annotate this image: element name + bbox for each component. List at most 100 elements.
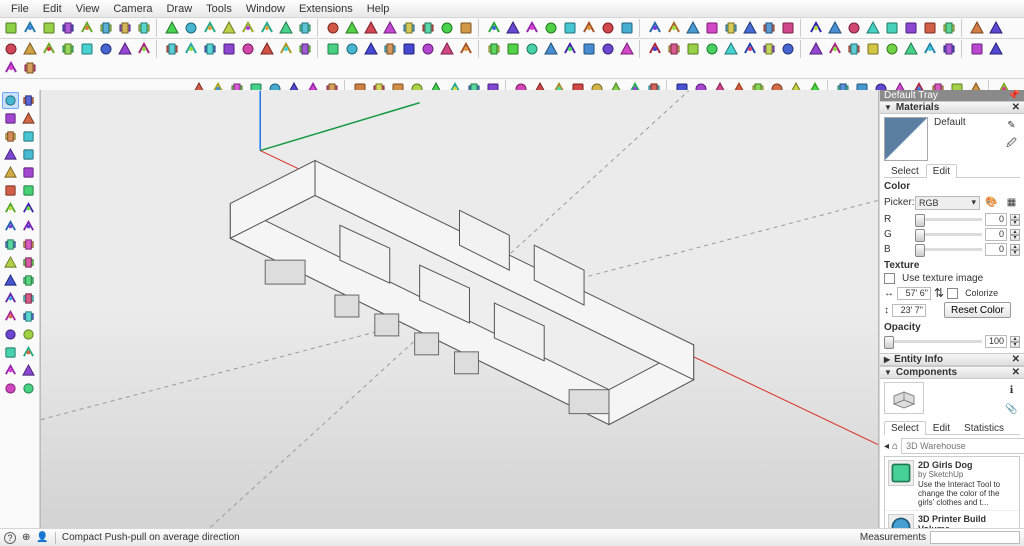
credits-icon[interactable]: 👤 (36, 532, 48, 543)
layers-icon[interactable] (722, 19, 740, 37)
rect-tool-icon[interactable] (2, 146, 19, 163)
a19-icon[interactable] (362, 40, 380, 58)
pencil-icon[interactable] (97, 19, 115, 37)
a27-icon[interactable] (523, 40, 541, 58)
b-spinner[interactable]: ▴▾ (1010, 244, 1020, 256)
rotate-icon[interactable] (220, 19, 238, 37)
zoom-ext-tool-icon[interactable] (2, 344, 19, 361)
r-value[interactable]: 0 (985, 213, 1007, 226)
a14-icon[interactable] (258, 40, 276, 58)
arc-icon[interactable] (135, 19, 153, 37)
nav-back-icon[interactable]: ◂ (884, 441, 889, 452)
a35-icon[interactable] (684, 40, 702, 58)
a33-icon[interactable] (646, 40, 664, 58)
sphere-icon[interactable] (78, 19, 96, 37)
link-icon[interactable]: ⇅ (934, 286, 944, 300)
cube-icon[interactable] (59, 19, 77, 37)
create-material-icon[interactable]: ✎ (1003, 117, 1020, 134)
a15-icon[interactable] (277, 40, 295, 58)
back-icon[interactable] (703, 19, 721, 37)
dimension-icon[interactable] (438, 19, 456, 37)
a38-icon[interactable] (741, 40, 759, 58)
viewport-3d[interactable] (40, 90, 879, 528)
nav-home-icon[interactable]: ⌂ (892, 441, 898, 452)
a39-icon[interactable] (760, 40, 778, 58)
orbit-tool-icon[interactable] (2, 308, 19, 325)
b-value[interactable]: 0 (985, 243, 1007, 256)
tray-title-bar[interactable]: Default Tray 📌 (880, 90, 1024, 101)
a18-icon[interactable] (343, 40, 361, 58)
menu-file[interactable]: File (4, 2, 36, 16)
protractor-tool-icon[interactable] (2, 272, 19, 289)
a5-icon[interactable] (78, 40, 96, 58)
a16-icon[interactable] (296, 40, 314, 58)
prev-icon[interactable] (580, 19, 598, 37)
picker-dropdown[interactable]: RGB ▾ (915, 196, 980, 210)
edges-icon[interactable] (883, 19, 901, 37)
color-swatch-icon[interactable]: ▦ (1003, 194, 1020, 211)
a49-icon[interactable] (968, 40, 986, 58)
tray-pin-icon[interactable]: 📌 (1008, 90, 1020, 101)
component-item[interactable]: 2D Girls Dog by SketchUp Use the Interac… (885, 457, 1019, 511)
components-tab-select[interactable]: Select (884, 421, 926, 435)
hand-icon[interactable] (21, 19, 39, 37)
tex-width[interactable]: 57' 6" (897, 287, 931, 300)
g-value[interactable]: 0 (985, 228, 1007, 241)
component-attach-icon[interactable]: 📎 (1003, 401, 1020, 418)
menu-edit[interactable]: Edit (36, 2, 69, 16)
entity-info-header[interactable]: ▶ Entity Info ✕ (880, 353, 1024, 366)
close-icon[interactable]: ✕ (1012, 367, 1020, 378)
components-header[interactable]: ▼ Components ✕ (880, 366, 1024, 379)
xray-icon[interactable] (845, 19, 863, 37)
pan-icon[interactable] (523, 19, 541, 37)
r-slider[interactable] (915, 218, 982, 221)
walk-tool-icon[interactable] (2, 380, 19, 397)
zoom-icon[interactable] (542, 19, 560, 37)
rect-icon[interactable] (163, 19, 181, 37)
pushpull-tool-icon[interactable] (2, 200, 19, 217)
protractor-icon[interactable] (400, 19, 418, 37)
look-tool-icon[interactable] (20, 362, 37, 379)
move-tool-icon[interactable] (2, 218, 19, 235)
a12-icon[interactable] (220, 40, 238, 58)
a26-icon[interactable] (504, 40, 522, 58)
rotate-tool-icon[interactable] (20, 218, 37, 235)
menu-window[interactable]: Window (239, 2, 292, 16)
a13-icon[interactable] (239, 40, 257, 58)
a29-icon[interactable] (561, 40, 579, 58)
a46-icon[interactable] (902, 40, 920, 58)
materials-tab-select[interactable]: Select (884, 164, 926, 178)
component-item[interactable]: 3D Printer Build Volume by SketchUp C Th… (885, 511, 1019, 528)
component-search[interactable]: ▾ 🔍 (901, 438, 1024, 454)
close-icon[interactable]: ✕ (1012, 102, 1020, 113)
rrect-tool-icon[interactable] (20, 146, 37, 163)
a30-icon[interactable] (580, 40, 598, 58)
tape-icon[interactable] (381, 19, 399, 37)
a36-icon[interactable] (703, 40, 721, 58)
a11-icon[interactable] (201, 40, 219, 58)
a31-icon[interactable] (599, 40, 617, 58)
next-icon[interactable] (599, 19, 617, 37)
component-search-input[interactable] (904, 440, 1024, 452)
paint-icon[interactable] (362, 19, 380, 37)
top-icon[interactable] (646, 19, 664, 37)
right-icon[interactable] (684, 19, 702, 37)
move-icon[interactable] (239, 19, 257, 37)
scale-tool-icon[interactable] (2, 236, 19, 253)
opacity-slider[interactable] (884, 340, 982, 343)
offset-icon[interactable] (277, 19, 295, 37)
position-tool-icon[interactable] (2, 362, 19, 379)
outliner-icon[interactable] (741, 19, 759, 37)
materials-header[interactable]: ▼ Materials ✕ (880, 101, 1024, 114)
intersect-icon[interactable] (987, 19, 1005, 37)
color-eyedropper-icon[interactable]: 🎨 (983, 194, 1000, 211)
zoom-tool-icon[interactable] (2, 326, 19, 343)
new-doc-icon[interactable] (40, 19, 58, 37)
zoom-win-tool-icon[interactable] (20, 326, 37, 343)
a48-icon[interactable] (940, 40, 958, 58)
text-icon[interactable] (419, 19, 437, 37)
line-icon[interactable] (116, 19, 134, 37)
circle-icon[interactable] (182, 19, 200, 37)
erase-icon[interactable] (343, 19, 361, 37)
a23-icon[interactable] (438, 40, 456, 58)
